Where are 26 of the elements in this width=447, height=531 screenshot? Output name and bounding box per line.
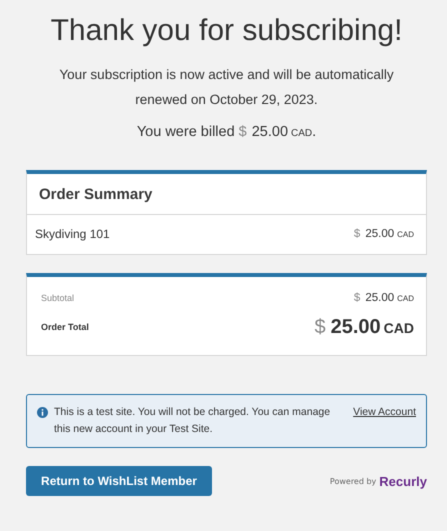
confirmation-message: Your subscription is now active and will be automatically renewed on October 29, 2023. xyxy=(58,66,395,109)
currency-code: CAD xyxy=(397,294,414,303)
period-text: . xyxy=(312,124,316,140)
page-title: Thank you for subscribing! xyxy=(50,14,404,48)
currency-code: CAD xyxy=(291,128,312,139)
price-amount: 25.00 xyxy=(365,228,394,240)
item-name: Skydiving 101 xyxy=(35,227,110,241)
currency-symbol: $ xyxy=(354,292,360,304)
view-account-link[interactable]: View Account xyxy=(353,404,416,421)
return-button[interactable]: Return to WishList Member xyxy=(26,466,212,496)
currency-symbol: $ xyxy=(238,124,247,140)
brand-logo: Recurly xyxy=(379,474,427,488)
price-amount: 25.00 xyxy=(252,124,288,140)
card-title: Order Summary xyxy=(39,186,152,203)
subtotal-label: Subtotal xyxy=(41,293,74,303)
info-icon xyxy=(37,407,48,418)
billed-text: You were billed xyxy=(136,124,235,140)
total-label: Order Total xyxy=(41,322,89,332)
notice-text: This is a test site. You will not be charged. You can manage this new account in your Test Site. xyxy=(54,405,332,437)
price-amount: 25.00 xyxy=(365,292,394,304)
price-amount: 25.00 xyxy=(330,316,381,338)
currency-symbol: $ xyxy=(314,316,326,338)
currency-code: CAD xyxy=(384,320,414,336)
powered-by-text: Powered by xyxy=(330,476,376,486)
currency-code: CAD xyxy=(397,230,414,239)
currency-symbol: $ xyxy=(354,228,360,240)
